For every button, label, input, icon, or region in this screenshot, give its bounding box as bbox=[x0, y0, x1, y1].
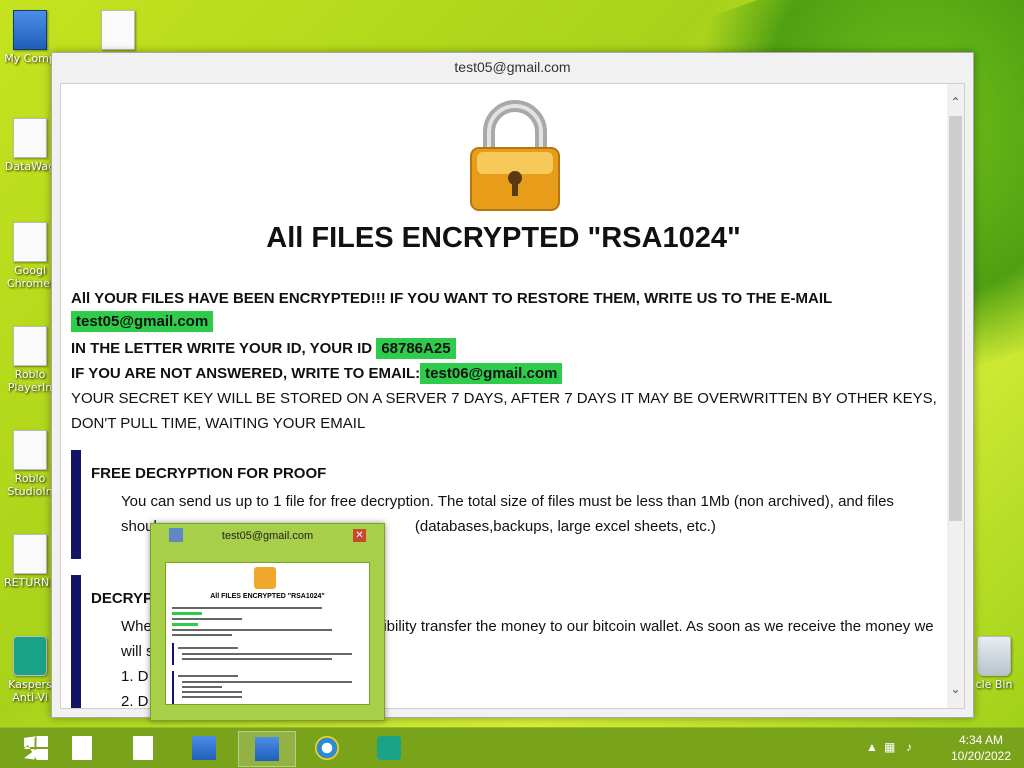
desktop-icon-label: RETURN I bbox=[4, 576, 56, 589]
taskbar-file-explorer-1[interactable] bbox=[54, 731, 110, 765]
ransom-line-3: IF YOU ARE NOT ANSWERED, WRITE TO EMAIL:… bbox=[71, 363, 563, 384]
internet-explorer-icon bbox=[315, 736, 339, 760]
section-heading: DECRYP bbox=[91, 590, 153, 607]
section-text-part: sibility transfer the money to our bitco… bbox=[375, 618, 934, 635]
installer-icon bbox=[255, 737, 279, 761]
scroll-down-arrow-icon[interactable]: ⌄ bbox=[947, 681, 964, 698]
clock-date: 10/20/2022 bbox=[950, 749, 1012, 763]
volume-icon[interactable]: ♪ bbox=[906, 740, 912, 754]
close-icon[interactable]: ✕ bbox=[353, 529, 366, 542]
show-hidden-icons-chevron-icon[interactable]: ▲ bbox=[866, 740, 878, 754]
preview-text-line bbox=[182, 691, 242, 693]
preview-text-line bbox=[182, 658, 332, 660]
preview-text-line bbox=[172, 634, 232, 636]
document-icon bbox=[13, 222, 47, 262]
preview-title: test05@gmail.com bbox=[221, 530, 314, 542]
kaspersky-icon bbox=[377, 736, 401, 760]
ransom-line-4: YOUR SECRET KEY WILL BE STORED ON A SERV… bbox=[71, 390, 937, 407]
step-item: 2. D bbox=[121, 693, 149, 709]
vertical-scrollbar[interactable]: ⌃ ⌄ bbox=[947, 84, 964, 708]
scroll-up-arrow-icon[interactable]: ⌃ bbox=[947, 94, 964, 111]
installer-icon bbox=[192, 736, 216, 760]
email-highlight-2: test06@gmail.com bbox=[420, 363, 563, 384]
desktop-icon-label: Googl Chromel bbox=[6, 264, 54, 290]
preview-body[interactable]: All FILES ENCRYPTED "RSA1024" bbox=[165, 562, 370, 705]
section-text: You can send us up to 1 file for free de… bbox=[121, 493, 894, 510]
preview-section-bar bbox=[172, 671, 174, 704]
desktop-icon-label: Kaspers Anti-Vi bbox=[8, 678, 52, 704]
desktop-icon-label: DataWag bbox=[4, 160, 56, 173]
preview-section-bar bbox=[172, 643, 174, 665]
clock[interactable]: 4:34 AM 10/20/2022 bbox=[946, 732, 1016, 764]
ransom-line-1: All YOUR FILES HAVE BEEN ENCRYPTED!!! IF… bbox=[71, 290, 833, 307]
email-highlight-1: test05@gmail.com bbox=[71, 311, 214, 332]
scrollbar-thumb[interactable] bbox=[949, 116, 962, 521]
preview-highlight-line bbox=[172, 623, 198, 626]
document-icon bbox=[72, 736, 92, 760]
preview-highlight-line bbox=[172, 612, 202, 615]
window-title: test05@gmail.com bbox=[454, 59, 571, 75]
desktop-icon-label: My Comp bbox=[4, 52, 56, 65]
step-item: 1. D bbox=[121, 668, 149, 685]
desktop-icon-label: Roblo StudioIn bbox=[7, 472, 53, 498]
preview-text-line bbox=[182, 681, 352, 683]
section-text-part: (databases,backups, large excel sheets, … bbox=[414, 518, 716, 535]
padlock-icon bbox=[254, 567, 276, 589]
ransom-line-2: IN THE LETTER WRITE YOUR ID, YOUR ID 687… bbox=[71, 338, 456, 359]
taskbar-kaspersky[interactable] bbox=[361, 731, 417, 765]
preview-heading: All FILES ENCRYPTED "RSA1024" bbox=[210, 593, 325, 600]
email-row-1: test05@gmail.com bbox=[71, 311, 214, 332]
ransom-line-5: DON'T PULL TIME, WAITING YOUR EMAIL bbox=[71, 415, 366, 432]
kaspersky-icon bbox=[13, 636, 47, 676]
document-icon bbox=[13, 118, 47, 158]
preview-text-line bbox=[182, 696, 242, 698]
network-icon[interactable]: ▦ bbox=[884, 740, 895, 754]
section-text-part: Whe bbox=[121, 618, 152, 635]
section-text: will s bbox=[121, 643, 154, 660]
preview-text-line bbox=[178, 647, 238, 649]
preview-titlebar: test05@gmail.com ✕ bbox=[151, 524, 384, 548]
preview-text-line bbox=[172, 607, 322, 609]
preview-text-line bbox=[178, 675, 238, 677]
section-heading: FREE DECRYPTION FOR PROOF bbox=[91, 465, 327, 482]
preview-text-line bbox=[172, 618, 242, 620]
taskbar: ▲ ▦ ♪ 4:34 AM 10/20/2022 bbox=[0, 727, 1024, 768]
preview-text-line bbox=[182, 686, 222, 688]
recycle-bin-icon bbox=[977, 636, 1011, 676]
taskbar-installer-2-active[interactable] bbox=[238, 731, 296, 767]
desktop-icon-label: cle Bin bbox=[975, 678, 1013, 691]
document-icon bbox=[13, 534, 47, 574]
desktop-icon-label: Roblo PlayerIn bbox=[7, 368, 53, 394]
windows-logo-icon bbox=[24, 736, 48, 760]
document-icon bbox=[13, 430, 47, 470]
ransom-heading: All FILES ENCRYPTED "RSA1024" bbox=[266, 222, 741, 254]
system-tray: ▲ ▦ ♪ 4:34 AM 10/20/2022 bbox=[866, 732, 1016, 764]
backup-email-label: IF YOU ARE NOT ANSWERED, WRITE TO EMAIL: bbox=[71, 365, 421, 382]
preview-text-line bbox=[182, 653, 352, 655]
desktop-icon-file[interactable] bbox=[88, 10, 148, 52]
computer-icon bbox=[13, 10, 47, 50]
taskbar-preview-window[interactable]: test05@gmail.com ✕ All FILES ENCRYPTED "… bbox=[150, 523, 385, 721]
installer-icon bbox=[169, 528, 183, 542]
victim-id-highlight: 68786A25 bbox=[376, 338, 456, 359]
preview-text-line bbox=[172, 629, 332, 631]
document-icon bbox=[13, 326, 47, 366]
id-label: IN THE LETTER WRITE YOUR ID, YOUR ID bbox=[71, 340, 373, 357]
taskbar-installer-1[interactable] bbox=[176, 731, 232, 765]
taskbar-internet-explorer[interactable] bbox=[299, 731, 355, 765]
clock-time: 4:34 AM bbox=[958, 733, 1004, 747]
taskbar-file-explorer-2[interactable] bbox=[115, 731, 171, 765]
padlock-icon bbox=[470, 100, 560, 211]
document-icon bbox=[101, 10, 135, 50]
document-icon bbox=[133, 736, 153, 760]
